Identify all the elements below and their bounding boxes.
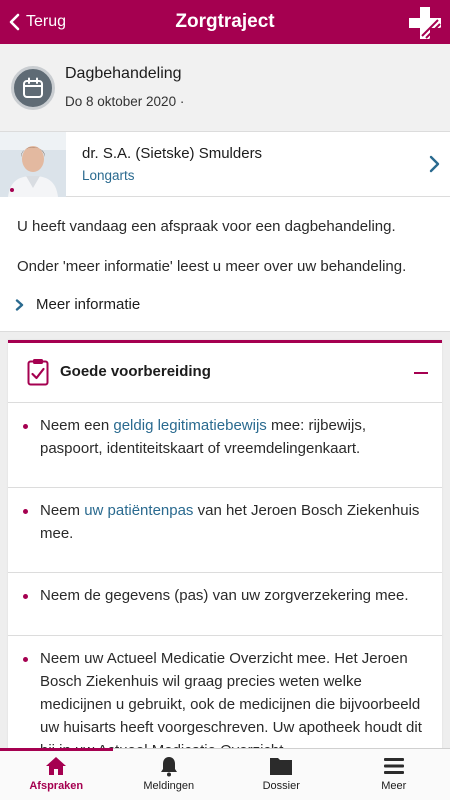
- chevron-right-icon: [429, 155, 440, 173]
- menu-icon: [383, 758, 404, 774]
- bell-icon: [160, 757, 177, 777]
- appointment-header: Dagbehandeling Do 8 oktober 2020 ·: [0, 44, 450, 132]
- home-icon: [46, 757, 67, 775]
- clipboard-check-icon: [27, 359, 49, 386]
- calendar-icon: [11, 66, 55, 110]
- list-item: Neem uw Actueel Medicatie Overzicht mee.…: [8, 636, 442, 766]
- tab-afspraken[interactable]: Afspraken: [0, 748, 113, 800]
- more-info-link[interactable]: Meer informatie: [15, 296, 140, 313]
- preparation-header[interactable]: Goede voorbereiding: [8, 343, 442, 403]
- hospital-logo-icon: [409, 7, 442, 40]
- appointment-type: Dagbehandeling: [65, 65, 182, 82]
- list-item-text: Neem de gegevens (pas) van uw zorgverzek…: [40, 587, 409, 604]
- tab-meer[interactable]: Meer: [338, 749, 450, 800]
- doctor-name: dr. S.A. (Sietske) Smulders: [82, 145, 263, 162]
- folder-icon: [270, 758, 293, 775]
- list-item-text: Neem uw Actueel Medicatie Overzicht mee.…: [40, 650, 422, 759]
- bullet: [23, 657, 28, 662]
- preparation-section: Goede voorbereiding Neem een geldig legi…: [0, 331, 450, 760]
- top-bar: Terug Zorgtraject: [0, 0, 450, 44]
- doctor-photo: [0, 132, 66, 197]
- info-paragraph: Onder 'meer informatie' leest u meer ove…: [17, 258, 407, 275]
- tab-meldingen[interactable]: Meldingen: [113, 749, 226, 800]
- id-document-link[interactable]: geldig legitimatiebewijs: [113, 417, 266, 434]
- list-item-text: Neem een geldig legitimatiebewijs mee: r…: [40, 417, 366, 457]
- patient-card-link[interactable]: uw patiëntenpas: [84, 502, 193, 519]
- bottom-tab-bar: Afspraken Meldingen Dossier Meer: [0, 748, 450, 800]
- list-item-text: Neem uw patiëntenpas van het Jeroen Bosc…: [40, 502, 420, 542]
- bullet: [23, 509, 28, 514]
- collapse-icon[interactable]: [414, 372, 428, 374]
- bullet: [23, 424, 28, 429]
- preparation-title: Goede voorbereiding: [60, 363, 211, 380]
- tab-dossier[interactable]: Dossier: [225, 749, 338, 800]
- page-title: Zorgtraject: [175, 11, 275, 32]
- appointment-info: U heeft vandaag een afspraak voor een da…: [0, 197, 450, 331]
- doctor-specialty: Longarts: [82, 168, 135, 183]
- doctor-row[interactable]: dr. S.A. (Sietske) Smulders Longarts: [0, 132, 450, 197]
- info-paragraph: U heeft vandaag een afspraak voor een da…: [17, 218, 396, 235]
- preparation-card: Goede voorbereiding Neem een geldig legi…: [8, 340, 442, 760]
- list-item: Neem de gegevens (pas) van uw zorgverzek…: [8, 573, 442, 636]
- more-info-label: Meer informatie: [36, 296, 141, 313]
- bullet: [23, 594, 28, 599]
- chevron-right-icon: [15, 298, 24, 311]
- list-item: Neem uw patiëntenpas van het Jeroen Bosc…: [8, 488, 442, 573]
- appointment-date: Do 8 oktober 2020 ·: [65, 94, 185, 109]
- list-item: Neem een geldig legitimatiebewijs mee: r…: [8, 403, 442, 488]
